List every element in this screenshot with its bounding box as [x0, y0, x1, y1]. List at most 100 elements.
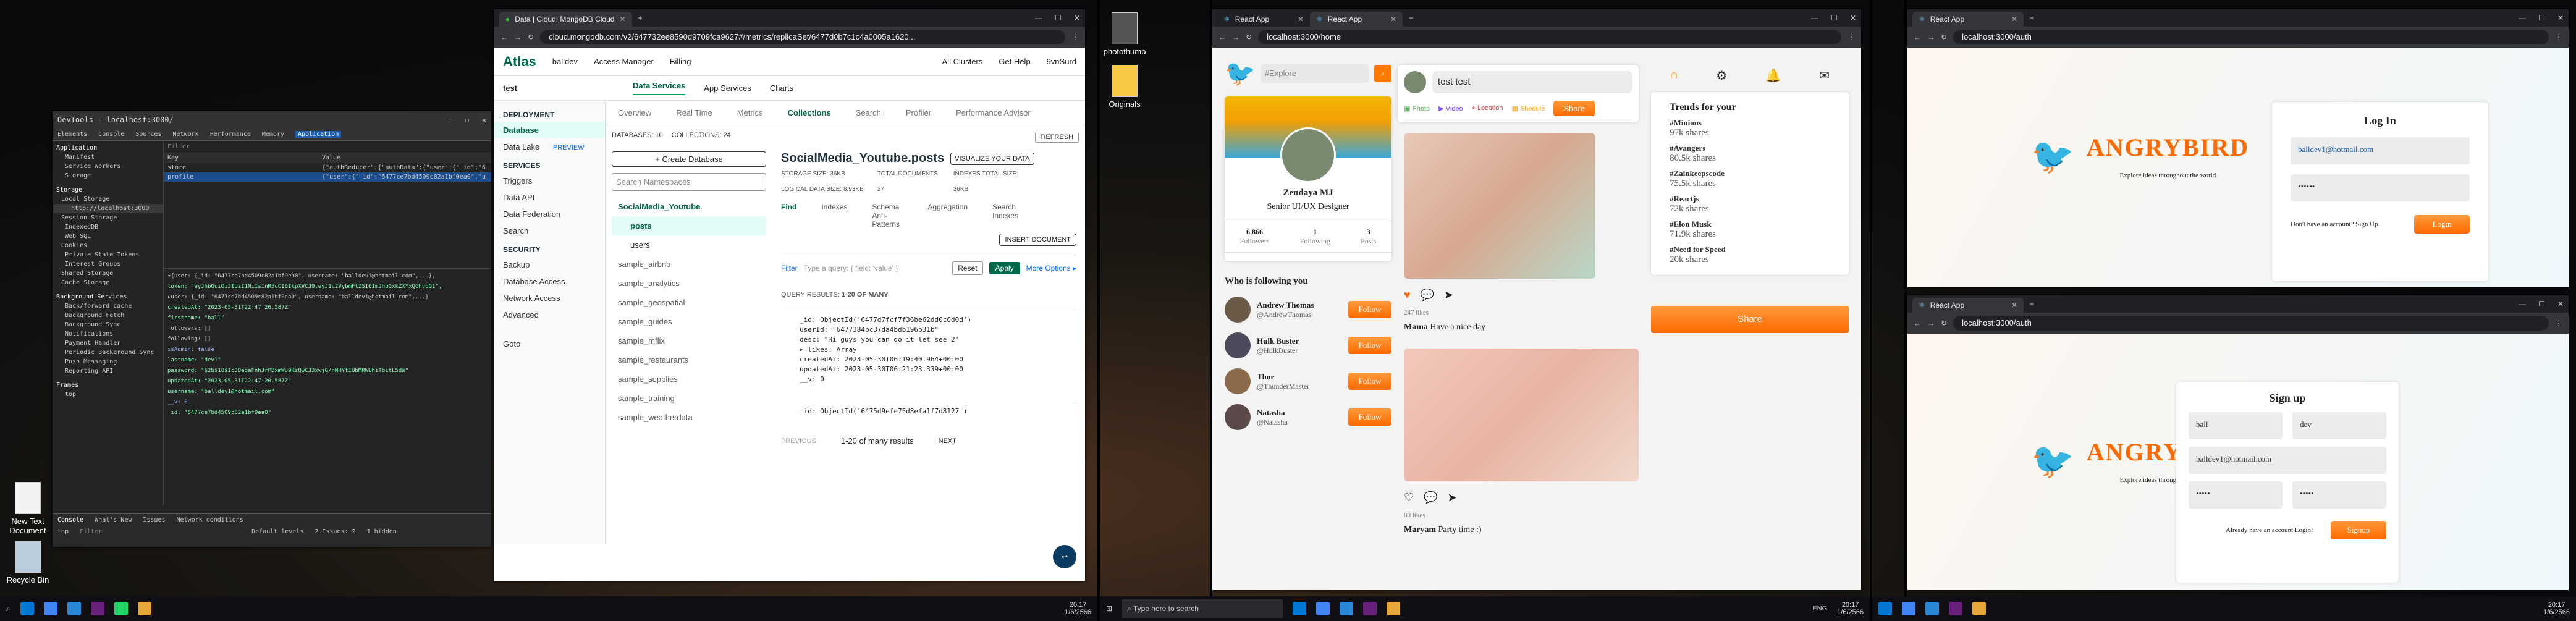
vscode-icon[interactable] — [1925, 602, 1939, 615]
chrome-icon[interactable] — [1316, 602, 1330, 615]
tree-item[interactable]: Background Sync — [53, 320, 163, 329]
username-input[interactable]: balldev1@hotmail.com — [2291, 137, 2470, 164]
db-item[interactable]: sample_airbnb — [612, 255, 766, 274]
visual-studio-icon[interactable] — [1363, 602, 1377, 615]
video-option[interactable]: ▶ Video — [1438, 104, 1463, 112]
vscode-icon[interactable] — [67, 602, 81, 615]
back-icon[interactable]: ← — [500, 33, 508, 41]
next-button[interactable]: NEXT — [939, 437, 956, 445]
folder-icon[interactable] — [1972, 602, 1986, 615]
search-icon[interactable]: ⌕ — [6, 604, 11, 614]
tree-item[interactable]: http://localhost:3000 — [53, 204, 163, 213]
create-database-button[interactable]: + Create Database — [612, 151, 766, 167]
project-select[interactable]: test — [503, 83, 614, 93]
menu-icon[interactable]: ⋮ — [2555, 319, 2562, 327]
tree-item[interactable]: Reporting API — [53, 366, 163, 376]
menu-icon[interactable]: ⋮ — [2555, 33, 2562, 41]
apply-button[interactable]: Apply — [989, 262, 1020, 274]
sidebar-item-database-access[interactable]: Database Access — [494, 273, 605, 290]
sidebar-item-goto[interactable]: Goto — [494, 336, 605, 352]
close-icon[interactable]: ✕ — [1850, 14, 1856, 22]
tree-item[interactable]: Storage — [53, 171, 163, 180]
trend-item[interactable]: #Avangers 80.5k shares — [1670, 143, 1830, 164]
back-icon[interactable]: ← — [1218, 33, 1226, 41]
nav-get-help[interactable]: Get Help — [999, 57, 1030, 66]
follow-button[interactable]: Follow — [1348, 373, 1391, 390]
tree-item[interactable]: Cache Storage — [53, 278, 163, 287]
tree-item[interactable]: Local Storage — [53, 195, 163, 204]
signup-link[interactable]: Don't have an account? Sign Up — [2291, 221, 2378, 228]
console-filter[interactable]: Filter — [80, 528, 240, 535]
clock[interactable]: 20:17 1/6/2566 — [2543, 601, 2570, 616]
tab-find[interactable]: Find — [781, 203, 796, 229]
notification-icon[interactable]: 🔔 — [1765, 68, 1781, 83]
message-icon[interactable]: ✉ — [1819, 68, 1830, 83]
start-icon[interactable]: ⊞ — [1106, 604, 1112, 613]
tab-search[interactable]: Search — [856, 108, 881, 117]
reload-icon[interactable]: ↻ — [528, 33, 534, 41]
heart-icon[interactable]: ♡ — [1404, 491, 1414, 504]
tab-atlas[interactable]: ● Data | Cloud: MongoDB Cloud ✕ — [499, 12, 632, 27]
vscode-icon[interactable] — [1340, 602, 1354, 615]
close-tab-icon[interactable]: ✕ — [2011, 15, 2017, 23]
chrome-icon[interactable] — [1902, 602, 1915, 615]
forward-icon[interactable]: → — [514, 33, 522, 41]
sidebar-item-data-api[interactable]: Data API — [494, 189, 605, 206]
url-field[interactable]: cloud.mongodb.com/v2/647732ee8590d9709fc… — [540, 30, 1065, 44]
follow-button[interactable]: Follow — [1348, 337, 1391, 354]
tab-memory[interactable]: Memory — [262, 131, 284, 138]
collection-item[interactable]: users — [612, 235, 766, 255]
password-input[interactable]: ••••• — [2189, 481, 2283, 509]
search-namespaces-input[interactable]: Search Namespaces — [612, 173, 766, 191]
insert-document-button[interactable]: INSERT DOCUMENT — [999, 234, 1076, 246]
sidebar-item-database[interactable]: Database — [494, 122, 605, 138]
login-link[interactable]: Already have an account Login! — [2226, 526, 2313, 534]
tree-item[interactable]: Back/forward cache — [53, 302, 163, 311]
url-field[interactable]: localhost:3000/home — [1258, 30, 1841, 44]
nav-access-manager[interactable]: Access Manager — [594, 57, 654, 66]
back-icon[interactable]: ← — [1914, 319, 1921, 327]
tree-item[interactable]: Private State Tokens — [53, 250, 163, 260]
close-icon[interactable]: ✕ — [2557, 300, 2564, 308]
prev-button[interactable]: PREVIOUS — [781, 437, 816, 445]
settings-icon[interactable]: ⚙ — [1716, 68, 1727, 83]
taskbar-search[interactable]: ⌕ Type here to search — [1122, 599, 1283, 618]
tab-network-conditions[interactable]: Network conditions — [177, 517, 243, 523]
db-item[interactable]: sample_analytics — [612, 274, 766, 293]
firstname-input[interactable]: ball — [2189, 412, 2283, 439]
tree-item[interactable]: IndexedDB — [53, 222, 163, 232]
desktop-icon-new-text[interactable]: New Text Document — [0, 482, 56, 535]
refresh-button[interactable]: REFRESH — [1035, 132, 1079, 143]
folder-icon[interactable] — [137, 602, 151, 615]
trend-item[interactable]: #Reactjs 72k shares — [1670, 194, 1830, 214]
share-icon[interactable]: ➤ — [1448, 491, 1457, 504]
clock[interactable]: 20:17 1/6/2566 — [1837, 601, 1864, 616]
photo-option[interactable]: ▣ Photo — [1404, 104, 1430, 112]
share-button[interactable]: Share — [1553, 101, 1595, 116]
tab-aggregation[interactable]: Aggregation — [927, 203, 968, 229]
sidebar-item-advanced[interactable]: Advanced — [494, 306, 605, 323]
tab-react[interactable]: ⚛ React App ✕ — [1912, 298, 2024, 313]
sidebar-item-triggers[interactable]: Triggers — [494, 172, 605, 189]
reload-icon[interactable]: ↻ — [1941, 319, 1947, 327]
file-explorer-icon[interactable] — [1878, 602, 1892, 615]
tree-item[interactable]: Session Storage — [53, 213, 163, 222]
minimize-icon[interactable]: — — [2519, 14, 2526, 22]
new-tab-icon[interactable]: + — [2030, 300, 2034, 308]
maximize-icon[interactable]: ☐ — [1055, 14, 1062, 22]
minimize-icon[interactable]: — — [448, 116, 452, 124]
signup-button[interactable]: Signup — [2331, 521, 2386, 539]
nav-billing[interactable]: Billing — [670, 57, 691, 66]
db-item[interactable]: sample_supplies — [612, 370, 766, 389]
maximize-icon[interactable]: ☐ — [1831, 14, 1838, 22]
line-icon[interactable] — [114, 602, 128, 615]
new-tab-icon[interactable]: + — [1409, 14, 1413, 22]
clock[interactable]: 20:17 1/6/2566 — [1065, 601, 1091, 616]
visualize-button[interactable]: VISUALIZE YOUR DATA — [950, 152, 1034, 165]
minimize-icon[interactable]: — — [1035, 14, 1042, 22]
password-input[interactable]: •••••• — [2291, 174, 2470, 201]
tab-data-services[interactable]: Data Services — [633, 81, 686, 95]
file-explorer-icon[interactable] — [20, 602, 34, 615]
tab-react[interactable]: ⚛ React App ✕ — [1912, 12, 2024, 27]
confirm-password-input[interactable]: ••••• — [2292, 481, 2386, 509]
